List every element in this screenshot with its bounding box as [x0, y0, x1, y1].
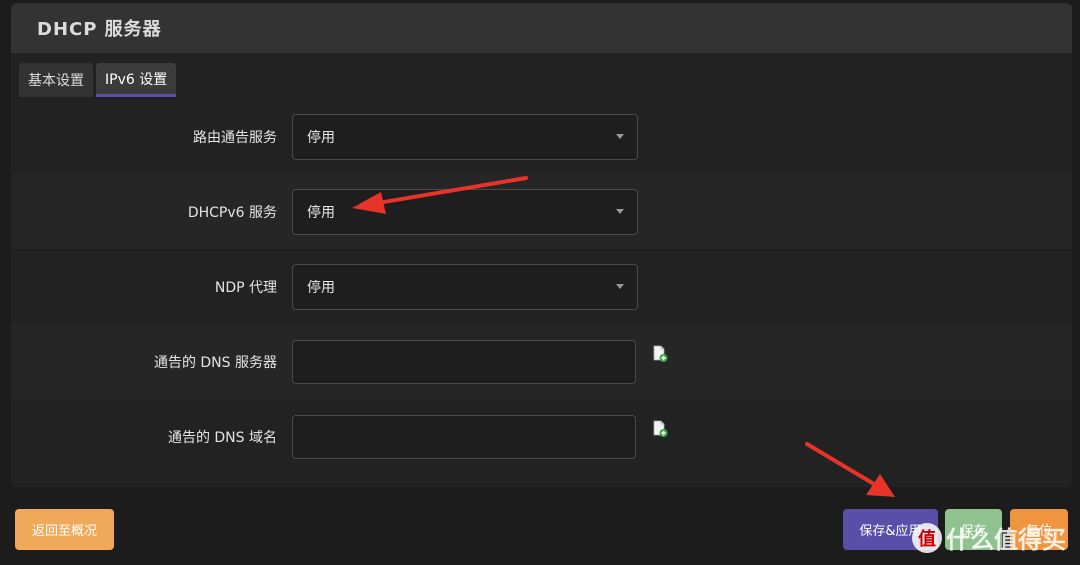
dhcpv6-service-select[interactable]: 停用 [292, 188, 638, 235]
chevron-down-icon [616, 283, 624, 289]
form-row-dns-domains: 通告的 DNS 域名 [11, 399, 1072, 474]
dns-servers-input[interactable] [292, 339, 636, 384]
chevron-down-icon [616, 208, 624, 214]
save-button[interactable]: 保存 [945, 509, 1002, 550]
chevron-down-icon [616, 133, 624, 139]
ndp-proxy-value: 停用 [307, 279, 335, 296]
ra-service-label: 路由通告服务 [193, 129, 277, 146]
back-to-overview-button[interactable]: 返回至概况 [15, 509, 114, 550]
add-document-icon[interactable] [652, 345, 668, 363]
settings-form: 路由通告服务 停用 DHCPv6 服务 停用 NDP 代理 停用 通告的 DNS… [11, 99, 1072, 474]
dns-domains-label: 通告的 DNS 域名 [167, 429, 277, 446]
dhcp-server-panel: DHCP 服务器 基本设置 IPv6 设置 路由通告服务 停用 DHCPv6 服… [11, 3, 1072, 487]
form-row-ndp-proxy: NDP 代理 停用 [11, 249, 1072, 324]
ndp-proxy-select[interactable]: 停用 [292, 263, 638, 310]
ra-service-value: 停用 [307, 129, 335, 146]
add-document-icon[interactable] [652, 420, 668, 438]
form-row-ra-service: 路由通告服务 停用 [11, 99, 1072, 174]
form-row-dns-servers: 通告的 DNS 服务器 [11, 324, 1072, 399]
dhcpv6-service-label: DHCPv6 服务 [187, 204, 277, 221]
reset-button[interactable]: 复位 [1010, 509, 1068, 550]
form-row-dhcpv6-service: DHCPv6 服务 停用 [11, 174, 1072, 249]
tab-ipv6-settings[interactable]: IPv6 设置 [96, 63, 177, 97]
dhcpv6-service-value: 停用 [307, 204, 335, 221]
tab-bar: 基本设置 IPv6 设置 [19, 63, 177, 97]
save-and-apply-button[interactable]: 保存&应用 [843, 509, 938, 550]
ndp-proxy-label: NDP 代理 [214, 279, 277, 296]
tab-basic-settings[interactable]: 基本设置 [19, 63, 93, 97]
dns-servers-label: 通告的 DNS 服务器 [153, 354, 277, 371]
dns-domains-input[interactable] [292, 414, 636, 459]
ra-service-select[interactable]: 停用 [292, 113, 638, 160]
panel-title: DHCP 服务器 [11, 3, 1072, 53]
